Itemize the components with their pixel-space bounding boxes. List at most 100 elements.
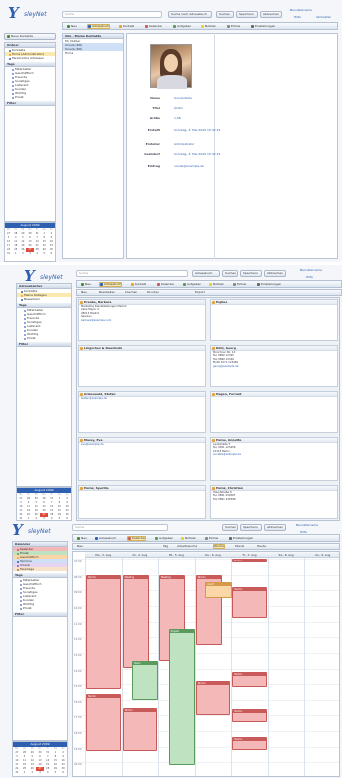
search-button[interactable]: Suchen xyxy=(216,11,234,18)
contact-card[interactable]: Pranke, Barbara Marketing Dienstleistunge… xyxy=(78,299,206,341)
tag-item[interactable]: Privat xyxy=(13,606,67,610)
toolbar-settings-button[interactable]: Einstellungen xyxy=(229,536,253,541)
contact-card[interactable]: Heine, Annette Landstraße 3 Tel. 0301 1234… xyxy=(210,437,338,481)
day-header[interactable]: Fr., 7. Aug xyxy=(231,552,268,558)
toolbar-calendar-button[interactable]: Kalender xyxy=(157,282,174,287)
calendar-event[interactable]: Meeting xyxy=(122,574,149,669)
day-header[interactable]: Do., 6. Aug xyxy=(194,552,232,558)
calendar-day[interactable]: 31 xyxy=(5,252,12,256)
calendar-event[interactable]: Termin xyxy=(86,693,121,752)
contact-card[interactable]: Heinz, Sperilia xyxy=(78,485,206,519)
delete-button[interactable]: Löschen xyxy=(125,290,137,295)
username[interactable]: Benutzername xyxy=(296,523,318,527)
sidebar-item-personal[interactable]: Persönliche Adressen xyxy=(5,56,55,60)
calendar-day[interactable]: 2 xyxy=(19,252,26,256)
toolbar-tasks-button[interactable]: Aufgaben xyxy=(155,536,173,541)
save-button[interactable]: Speichern xyxy=(240,524,262,531)
day-header[interactable]: Sa., 8. Aug xyxy=(267,552,305,558)
view-month-tab[interactable]: Monat xyxy=(235,544,244,549)
toolbar-calendar-button[interactable]: Kalender xyxy=(127,536,147,541)
toolbar-extras-button[interactable]: Extras xyxy=(233,282,246,287)
calendar-event[interactable]: Termin xyxy=(232,709,267,722)
calendar-day[interactable]: 31 xyxy=(13,771,21,775)
toolbar-tasks-button[interactable]: Aufgaben xyxy=(183,282,201,287)
calendar-event[interactable]: Projekt xyxy=(168,629,195,766)
contact-card-title[interactable]: Massy, Eva xyxy=(79,438,205,443)
toolbar-addressbook-button[interactable]: Adressbuch xyxy=(95,536,116,541)
contact-card[interactable]: Massy, Eva eva@example.de xyxy=(78,437,206,481)
toolbar-notes-button[interactable]: Notizen xyxy=(209,282,224,287)
calendar-day[interactable]: 3 xyxy=(26,252,33,256)
day-header[interactable]: Di., 4. Aug xyxy=(121,552,159,558)
cancel-button[interactable]: Abbrechen xyxy=(264,524,286,531)
search-input[interactable]: Suche xyxy=(72,524,168,531)
calendar-day[interactable]: 6 xyxy=(59,771,67,775)
calendar-day[interactable]: 2 xyxy=(28,771,36,775)
calendar-day[interactable]: 6 xyxy=(48,252,55,256)
search-input[interactable]: Suche xyxy=(62,11,162,18)
username[interactable]: Benutzername xyxy=(300,268,322,272)
contact-card[interactable]: Heinz, Christian Hauptstraße 8 Tel. 0891 2… xyxy=(210,485,338,519)
calendar-event[interactable]: Termin xyxy=(232,587,267,619)
day-column[interactable] xyxy=(304,552,339,776)
toolbar-settings-button[interactable]: Einstellungen xyxy=(251,24,275,29)
tag-item[interactable]: Privat xyxy=(5,95,55,99)
contact-card-title[interactable]: Pujiles xyxy=(211,300,337,305)
contact-card-title[interactable]: Hagen, Ferrant xyxy=(211,392,337,397)
calendar-event[interactable]: Termin xyxy=(232,671,267,688)
edit-button[interactable]: Bearbeiten xyxy=(99,290,115,295)
contact-card[interactable]: Grünewald, Stefan stefan@example.de xyxy=(78,391,206,433)
contact-card-title[interactable]: Heinz, Christian xyxy=(211,486,337,491)
help-link[interactable]: Hilfe xyxy=(294,15,301,19)
search-scope-select[interactable]: Adressbuch xyxy=(192,270,220,277)
calendar-day[interactable]: 5 xyxy=(52,771,60,775)
calendar-day[interactable]: 1 xyxy=(12,252,19,256)
contact-card-title[interactable]: Pranke, Barbara xyxy=(79,300,205,305)
calendar-day[interactable]: 4 xyxy=(44,771,52,775)
list-item[interactable]: Firma xyxy=(63,51,123,55)
contact-card-line[interactable]: annette@example.de xyxy=(211,453,337,456)
username[interactable]: Benutzername xyxy=(290,8,312,12)
calendar-event[interactable]: Team xyxy=(132,660,159,700)
cancel-button[interactable]: Abbrechen xyxy=(260,11,282,18)
toolbar-new-button[interactable]: Neu xyxy=(77,536,87,541)
print-button[interactable]: Drucken xyxy=(147,290,159,295)
calendar-event[interactable]: Termin xyxy=(232,559,267,563)
calendar-event[interactable]: Termin xyxy=(86,574,121,689)
contact-card[interactable]: Pujiles xyxy=(210,299,338,341)
contact-card-line[interactable]: eva@example.de xyxy=(79,443,205,446)
view-week-tab[interactable]: Woche xyxy=(213,544,226,549)
search-button[interactable]: Suchen xyxy=(222,270,238,277)
calendar-day[interactable]: 1 xyxy=(21,771,29,775)
toolbar-tasks-button[interactable]: Aufgaben xyxy=(173,24,191,29)
contact-card-title[interactable]: Heine, Annette xyxy=(211,438,337,443)
toolbar-calendar-button[interactable]: Kalender xyxy=(145,24,162,29)
contact-card-line[interactable]: barbara@example.com xyxy=(79,319,205,322)
export-button[interactable]: Export xyxy=(195,290,205,295)
week-calendar-grid[interactable]: 07:00 08:00 09:00 10:00 11:00 12:00 13:00 14:00… xyxy=(72,551,340,777)
day-header[interactable]: Mo., 3. Aug xyxy=(85,552,122,558)
toolbar-notes-button[interactable]: Notizen xyxy=(181,536,196,541)
day-header[interactable]: Mi., 5. Aug xyxy=(158,552,195,558)
calendar-day[interactable]: 5 xyxy=(41,252,48,256)
calendar-event[interactable]: Anruf xyxy=(205,582,232,599)
contact-card-title[interactable]: Grünewald, Stefan xyxy=(79,392,205,397)
new-contacts-button[interactable]: Neue Kontakte xyxy=(4,33,56,40)
toolbar-contact-button[interactable]: Kontakt xyxy=(131,282,146,287)
logout-link[interactable]: Abmelden xyxy=(316,15,331,19)
search-scope-select[interactable]: Suche nach Adressbuch xyxy=(168,11,212,18)
calendar-event[interactable]: Termin xyxy=(122,707,158,752)
search-button[interactable]: Suchen xyxy=(222,524,238,531)
search-input[interactable]: Suche xyxy=(76,270,188,277)
calendar-day[interactable]: 4 xyxy=(34,252,41,256)
contact-card-title[interactable]: Heinz, Sperilia xyxy=(79,486,205,491)
toolbar-new-button[interactable]: Neu xyxy=(67,24,77,29)
tag-item[interactable]: Privat xyxy=(17,336,71,340)
toolbar-notes-button[interactable]: Notizen xyxy=(201,24,216,29)
cancel-button[interactable]: Abbrechen xyxy=(264,270,286,277)
view-day-tab[interactable]: Tag xyxy=(163,544,168,549)
sidebar-item-holidays[interactable]: Feiertage xyxy=(13,567,67,571)
today-button[interactable]: Heute xyxy=(257,544,266,549)
save-button[interactable]: Speichern xyxy=(240,270,262,277)
new-event-button[interactable]: Neu xyxy=(77,544,83,549)
